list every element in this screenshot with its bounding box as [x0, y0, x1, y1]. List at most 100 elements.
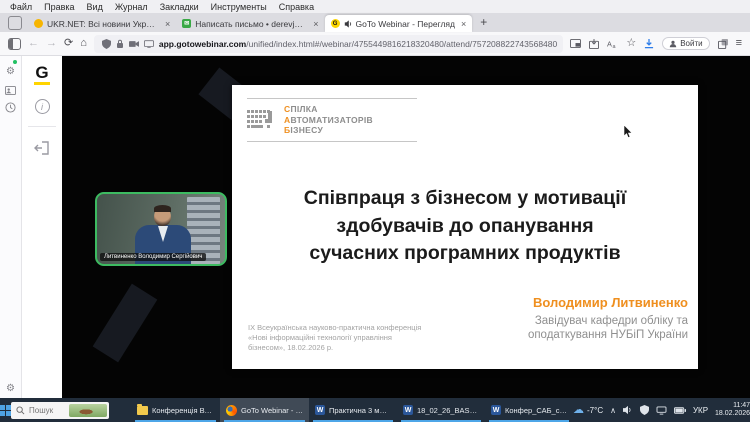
- history-clock-icon[interactable]: [5, 102, 16, 113]
- taskbar-app-firefox[interactable]: GoTo Webinar - П...: [220, 398, 309, 422]
- toolbar-right-icons: Aa ☆ Войти ≡: [570, 37, 742, 50]
- extension-gear-icon[interactable]: ⚙: [6, 61, 15, 79]
- taskbar-app-word-3[interactable]: W Конфер_САБ_сай...: [485, 398, 573, 422]
- word-icon: W: [491, 405, 501, 415]
- battery-icon[interactable]: [674, 407, 686, 414]
- temperature: -7°C: [587, 406, 603, 415]
- tab-ukrnet[interactable]: UKR.NET: Всі новини України, ×: [28, 15, 176, 32]
- sab-logo-text: СПІЛКА АВТОМАТИЗАТОРІВ БІЗНЕСУ: [284, 104, 373, 136]
- goto-favicon-icon: G: [331, 19, 340, 28]
- tab-title: GoTo Webinar - Перегляд: [356, 19, 455, 29]
- screen-share-permission-icon[interactable]: [144, 40, 154, 48]
- screenshot-icon[interactable]: [5, 86, 16, 95]
- new-tab-button[interactable]: +: [480, 15, 487, 29]
- tab-title: Написать письмо • derevjanko: [195, 19, 307, 29]
- stage-watermark: [93, 284, 158, 363]
- webcam-tile[interactable]: Литвиненко Володимир Сергійович: [95, 192, 227, 266]
- firefox-view-icon[interactable]: [8, 16, 22, 30]
- menu-help[interactable]: Справка: [279, 2, 314, 12]
- back-icon[interactable]: ←: [28, 38, 39, 49]
- word-icon: W: [315, 405, 325, 415]
- start-button[interactable]: [0, 405, 11, 416]
- svg-text:a: a: [613, 44, 617, 49]
- tab-close-icon[interactable]: ×: [163, 19, 170, 29]
- cloud-icon: ☁: [573, 405, 584, 416]
- browser-sidebar-strip: ⚙ ⚙: [0, 56, 22, 398]
- tab-goto-webinar[interactable]: G GoTo Webinar - Перегляд ×: [325, 15, 473, 32]
- home-icon[interactable]: ⌂: [80, 38, 87, 49]
- folder-icon: [137, 406, 148, 415]
- windows-taskbar: Конференція ВА... GoTo Webinar - П... W …: [0, 398, 750, 422]
- weather-widget[interactable]: ☁ -7°C: [573, 405, 603, 416]
- sidebar-toggle-icon[interactable]: [8, 38, 21, 50]
- info-icon[interactable]: i: [35, 99, 50, 114]
- goto-logo: G: [34, 64, 49, 85]
- shield-icon[interactable]: [102, 39, 111, 49]
- taskbar-app-word-1[interactable]: W Практична 3 моя...: [309, 398, 397, 422]
- sidebar-divider: [28, 126, 56, 127]
- presentation-slide: СПІЛКА АВТОМАТИЗАТОРІВ БІЗНЕСУ Співпраця…: [232, 85, 698, 369]
- reload-icon[interactable]: ⟳: [64, 38, 73, 49]
- camera-permission-icon[interactable]: [129, 40, 139, 48]
- svg-text:A: A: [607, 39, 612, 48]
- main-content: ⚙ ⚙ G i: [0, 56, 750, 398]
- firefox-icon: [226, 405, 237, 416]
- taskbar-search[interactable]: [11, 402, 109, 419]
- tab-close-icon[interactable]: ×: [311, 19, 318, 29]
- volume-icon[interactable]: [623, 405, 633, 415]
- tab-title: UKR.NET: Всі новини України,: [47, 19, 159, 29]
- hamburger-menu-icon[interactable]: ≡: [736, 38, 742, 49]
- forward-icon[interactable]: →: [46, 38, 57, 49]
- account-icon: [669, 40, 677, 48]
- browser-menu-bar: Файл Правка Вид Журнал Закладки Инструме…: [0, 0, 750, 13]
- download-icon[interactable]: [644, 39, 654, 49]
- picture-in-picture-icon[interactable]: [570, 39, 581, 48]
- sab-keyboard-logo-icon: [247, 108, 277, 132]
- mail-favicon-icon: ✉: [182, 19, 191, 28]
- slide-title: Співпраця з бізнесом у мотивації здобува…: [232, 185, 698, 268]
- speaker-block: Володимир Литвиненко Завідувач кафедри о…: [528, 295, 688, 342]
- bookmark-star-icon[interactable]: ☆: [626, 38, 636, 49]
- header-rule-bottom: [247, 141, 417, 142]
- network-icon[interactable]: [656, 406, 667, 415]
- mouse-cursor-icon: [623, 125, 633, 139]
- hidden-icons-chevron[interactable]: ∧: [610, 406, 616, 415]
- translate-icon[interactable]: Aa: [607, 39, 618, 49]
- tab-mail[interactable]: ✉ Написать письмо • derevjanko ×: [176, 15, 324, 32]
- lock-icon[interactable]: [116, 39, 124, 49]
- menu-view[interactable]: Вид: [87, 2, 103, 12]
- webinar-stage: СПІЛКА АВТОМАТИЗАТОРІВ БІЗНЕСУ Співпраця…: [62, 56, 750, 398]
- word-icon: W: [403, 405, 413, 415]
- browser-tab-bar: UKR.NET: Всі новини України, × ✉ Написат…: [0, 13, 750, 32]
- ukrnet-favicon-icon: [34, 19, 43, 28]
- speaker-name: Володимир Литвиненко: [528, 295, 688, 310]
- taskbar-clock[interactable]: 11:47 18.02.2026: [715, 402, 750, 418]
- settings-gear-icon[interactable]: ⚙: [0, 384, 21, 394]
- presenter-hair: [154, 205, 171, 212]
- menu-edit[interactable]: Правка: [44, 2, 74, 12]
- speaker-role: Завідувач кафедри обліку та оподаткуванн…: [528, 314, 688, 342]
- taskbar-app-folder[interactable]: Конференція ВА...: [131, 398, 220, 422]
- webcam-name-label: Литвиненко Володимир Сергійович: [100, 253, 206, 261]
- tab-close-icon[interactable]: ×: [459, 19, 466, 29]
- taskbar-app-word-2[interactable]: W 18_02_26_BAS [Ре...: [397, 398, 485, 422]
- extension-icon[interactable]: [718, 39, 728, 49]
- url-text: app.gotowebinar.com/unified/index.html#/…: [159, 39, 557, 49]
- system-tray: ☁ -7°C ∧ УКР 11:47 18.02.2026: [573, 402, 750, 418]
- menu-tools[interactable]: Инструменты: [211, 2, 267, 12]
- conference-caption: IX Всеукраїнська науково-практична конфе…: [248, 323, 421, 353]
- leave-webinar-icon[interactable]: [34, 141, 50, 155]
- address-bar[interactable]: app.gotowebinar.com/unified/index.html#/…: [94, 35, 563, 53]
- status-green-dot: [13, 60, 17, 64]
- search-daily-image[interactable]: [69, 404, 107, 417]
- tab-audio-icon[interactable]: [344, 20, 352, 28]
- webinar-sidebar: G i: [22, 56, 62, 398]
- save-page-icon[interactable]: [589, 39, 599, 49]
- menu-file[interactable]: Файл: [10, 2, 32, 12]
- account-signin-button[interactable]: Войти: [662, 37, 709, 50]
- language-indicator[interactable]: УКР: [693, 406, 708, 415]
- security-shield-icon[interactable]: [640, 405, 649, 415]
- menu-bookmarks[interactable]: Закладки: [160, 2, 199, 12]
- windows-logo-icon: [0, 405, 11, 416]
- menu-history[interactable]: Журнал: [115, 2, 148, 12]
